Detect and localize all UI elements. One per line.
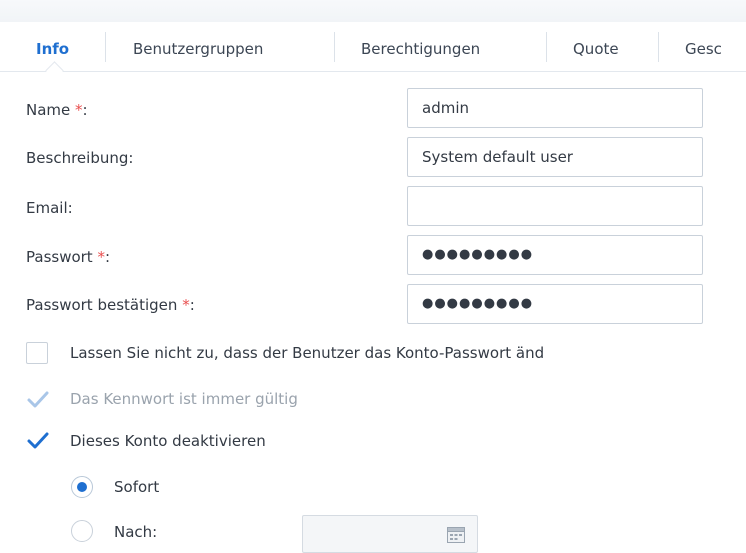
password-confirm-label: Passwort bestätigen *: bbox=[26, 296, 195, 314]
deactivate-account-label: Dieses Konto deaktivieren bbox=[70, 432, 266, 450]
description-field[interactable]: System default user bbox=[407, 137, 703, 177]
active-tab-pointer bbox=[45, 61, 64, 80]
calendar-icon[interactable] bbox=[447, 527, 465, 547]
deactivate-account-checkbox[interactable] bbox=[26, 430, 49, 452]
deactivate-immediately-label: Sofort bbox=[114, 478, 160, 496]
email-label: Email: bbox=[26, 199, 73, 217]
name-label: Name *: bbox=[26, 101, 88, 119]
tab-separator bbox=[334, 32, 335, 62]
tab-info[interactable]: Info bbox=[36, 36, 69, 62]
disallow-password-change-checkbox[interactable] bbox=[26, 342, 48, 364]
tab-bar: Info Benutzergruppen Berechtigungen Quot… bbox=[0, 22, 746, 80]
deactivate-after-radio[interactable] bbox=[71, 520, 93, 542]
email-field[interactable] bbox=[407, 186, 703, 226]
password-field[interactable]: ●●●●●●●●● bbox=[407, 235, 703, 275]
name-field[interactable]: admin bbox=[407, 88, 703, 128]
check-icon bbox=[27, 432, 49, 449]
password-never-expires-checkbox[interactable] bbox=[26, 389, 49, 411]
password-confirm-field[interactable]: ●●●●●●●●● bbox=[407, 284, 703, 324]
tab-benutzergruppen[interactable]: Benutzergruppen bbox=[133, 36, 263, 62]
deactivate-after-label: Nach: bbox=[114, 523, 158, 541]
tab-underline bbox=[0, 71, 746, 72]
disallow-password-change-label: Lassen Sie nicht zu, dass der Benutzer d… bbox=[70, 344, 545, 362]
tab-quote[interactable]: Quote bbox=[573, 36, 619, 62]
password-never-expires-label: Das Kennwort ist immer gültig bbox=[70, 390, 298, 408]
description-label: Beschreibung: bbox=[26, 149, 134, 167]
tab-separator bbox=[658, 32, 659, 62]
tab-gesc[interactable]: Gesc bbox=[685, 36, 722, 62]
password-label: Passwort *: bbox=[26, 248, 111, 266]
window-top-bar bbox=[0, 0, 746, 22]
check-icon bbox=[27, 391, 49, 408]
tab-berechtigungen[interactable]: Berechtigungen bbox=[361, 36, 480, 62]
deactivate-immediately-radio[interactable] bbox=[71, 476, 93, 498]
tab-separator bbox=[105, 32, 106, 62]
tab-separator bbox=[546, 32, 547, 62]
deactivate-date-field[interactable] bbox=[302, 515, 478, 553]
